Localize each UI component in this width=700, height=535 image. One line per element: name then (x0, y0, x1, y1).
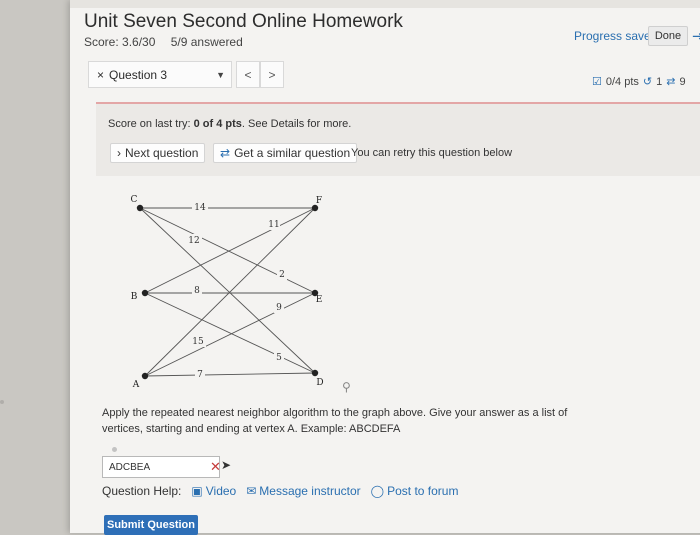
last-try-prefix: Score on last try: (108, 118, 194, 130)
question-help: Question Help: ▣ Video ✉ Message instruc… (102, 484, 458, 498)
retries-count: 1 (656, 75, 663, 88)
next-question-button[interactable]: › Next question (110, 143, 206, 163)
edge-label-AD: 7 (197, 370, 203, 380)
question-prompt: Apply the repeated nearest neighbor algo… (102, 407, 568, 435)
edge-label-BF: 11 (268, 220, 279, 230)
graph-figure: 14 11 12 2 8 9 15 5 7 C F B E A D (131, 195, 324, 390)
similar-question-button[interactable]: ⇄ Get a similar question (213, 143, 358, 163)
last-try-suffix: . See Details for more. (241, 118, 352, 130)
edge-label-AE: 9 (276, 303, 282, 313)
vertex-B (141, 289, 149, 297)
answer-input[interactable]: ADCBEA (102, 456, 220, 478)
forum-label: Post to forum (387, 484, 459, 498)
vertex-label-B: B (131, 292, 138, 302)
prev-question-button[interactable]: < (236, 61, 260, 88)
edge-label-CD: 5 (276, 353, 282, 363)
top-strip (70, 0, 700, 8)
question-help-label: Question Help: (102, 484, 182, 498)
edge-label-CF: 14 (194, 203, 206, 213)
chevron-right-icon: › (117, 146, 121, 160)
score-line: Score: 3.6/30 5/9 answered (84, 35, 255, 49)
message-label: Message instructor (259, 484, 361, 498)
video-icon: ▣ (191, 484, 203, 498)
progress-saved: Progress saved (574, 29, 658, 43)
points-text: 0/4 pts (605, 75, 639, 88)
similar-count: 9 (679, 75, 686, 88)
similar-icon: ⇄ (220, 146, 231, 160)
cursor-icon: ➤ (221, 458, 232, 472)
edge-label-AF: 2 (279, 270, 285, 280)
vertex-label-A: A (132, 380, 140, 390)
mail-icon: ✉ (246, 484, 257, 498)
background-dot (0, 400, 4, 404)
feedback-box (96, 104, 700, 176)
retry-icon: ↺ (642, 76, 653, 88)
vertex-D (311, 369, 319, 377)
video-label: Video (205, 484, 237, 498)
similar-icon: ⇄ (666, 76, 676, 88)
vertex-label-F: F (316, 196, 322, 206)
post-forum-link[interactable]: ◯ Post to forum (371, 484, 459, 498)
close-icon[interactable]: × (97, 68, 104, 82)
message-instructor-link[interactable]: ✉ Message instructor (246, 484, 360, 498)
score-text: Score: 3.6/30 (84, 35, 156, 49)
page-title: Unit Seven Second Online Homework (84, 11, 403, 32)
edge-label-BD: 15 (192, 337, 204, 347)
exit-icon[interactable]: ⇥ (692, 27, 700, 45)
next-question-label: Next question (125, 146, 199, 160)
status-dot (112, 447, 117, 452)
checkbox-icon: ☑ (592, 76, 602, 88)
vertex-A (141, 372, 149, 380)
last-try-text: Score on last try: 0 of 4 pts. See Detai… (108, 118, 351, 130)
last-try-score: 0 of 4 pts (193, 118, 242, 130)
forum-icon: ◯ (370, 484, 385, 498)
points-status: ☑ 0/4 pts ↺ 1 ⇄ 9 (592, 75, 686, 89)
homework-page: Unit Seven Second Online Homework Score:… (70, 0, 700, 535)
edge-AD (144, 372, 316, 377)
vertex-C (136, 204, 144, 212)
retry-text: You can retry this question below (351, 147, 513, 159)
search-icon[interactable]: ⚲ (342, 380, 351, 394)
question-selector[interactable]: × Question 3 ▼ (88, 61, 232, 88)
vertex-label-E: E (316, 295, 323, 305)
submit-question-button[interactable]: Submit Question (104, 515, 198, 535)
similar-question-label: Get a similar question (234, 146, 351, 160)
edge-AF (144, 207, 316, 377)
answered-text: 5/9 answered (170, 35, 243, 49)
edge-CD (139, 207, 316, 374)
question-label: Question 3 (109, 67, 168, 82)
caret-down-icon: ▼ (216, 70, 225, 80)
vertex-label-C: C (131, 195, 138, 205)
video-link[interactable]: ▣ Video (191, 484, 236, 498)
done-button[interactable]: Done (648, 26, 688, 46)
incorrect-icon: ✕ (210, 459, 221, 474)
next-question-nav-button[interactable]: > (260, 61, 284, 88)
edge-label-BE: 8 (194, 286, 200, 296)
edge-label-CE: 12 (188, 236, 199, 246)
vertex-label-D: D (316, 378, 323, 388)
